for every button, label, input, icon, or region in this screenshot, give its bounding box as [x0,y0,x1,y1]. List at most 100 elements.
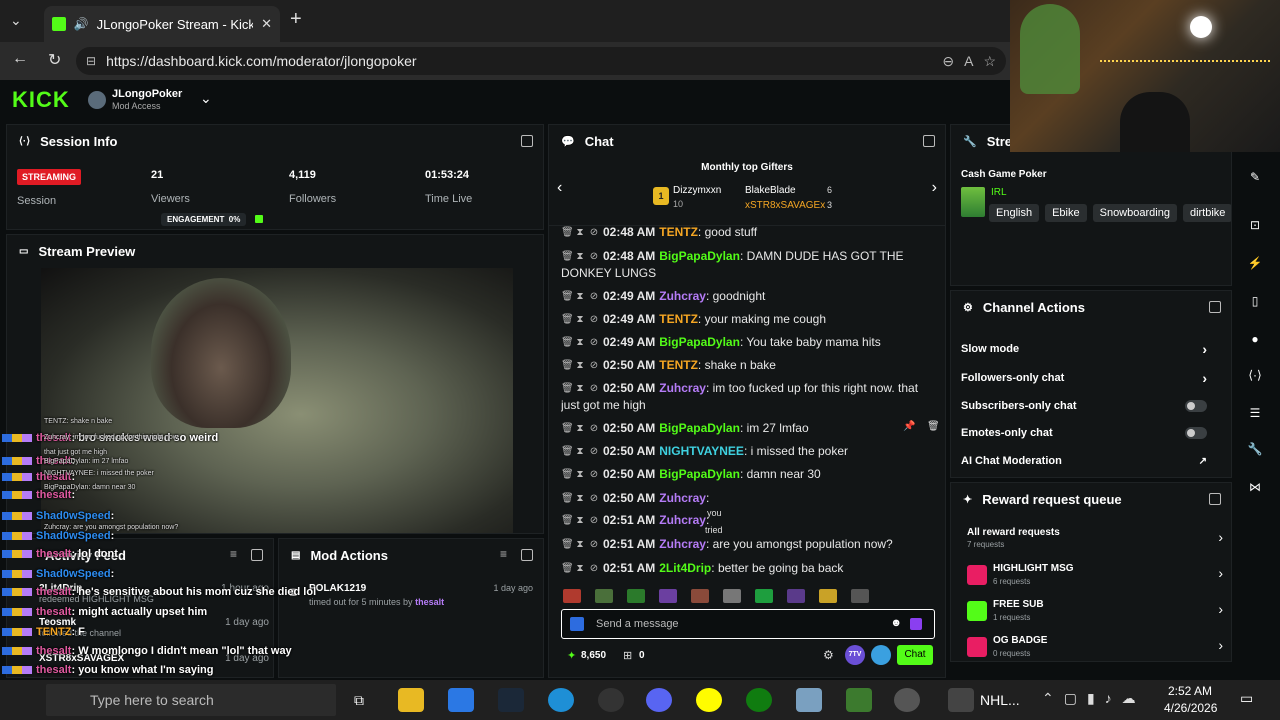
chat-message[interactable]: 🗑 ⧗ ⊘ 02:50 AM TENTZ: shake n bake [561,357,936,374]
delete-icon[interactable]: 🗑 [561,423,574,434]
timeout-icon[interactable]: ⧗ [575,314,585,325]
reward-item[interactable]: HIGHLIGHT MSG 6 requests › [967,563,1223,589]
timeout-icon[interactable]: ⧗ [575,227,585,238]
task-view-icon[interactable]: ⧉ [346,688,372,712]
clock-time[interactable]: 2:52 AM [1168,684,1212,698]
chat-message[interactable]: 🗑 ⧗ ⊘ 02:51 AM 2Lit4Drip: better be going ba… [561,560,936,577]
delete-icon[interactable]: 🗑 [561,469,574,480]
delete-icon[interactable]: 🗑 [561,493,574,504]
site-info-icon[interactable]: ⊟ [86,54,96,68]
all-rewards-row[interactable]: All reward requests 7 requests › [967,527,1223,549]
chat-message[interactable]: 🗑 ⧗ ⊘ 02:50 AM BigPapaDylan: damn near 30 [561,466,936,483]
xbox-icon[interactable] [746,688,772,712]
message-user[interactable]: BigPapaDylan [659,467,740,481]
emotes-only-toggle[interactable] [1185,427,1207,439]
browser-tab[interactable]: 🔊 JLongoPoker Stream - Kick Da ✕ [44,6,280,42]
ban-icon[interactable]: ⊘ [589,251,599,262]
favorite-icon[interactable]: ☆ [983,53,996,70]
tray-icons[interactable]: ⌃▢▮♪☁ [1042,690,1146,707]
timeout-icon[interactable]: ⧗ [575,515,585,526]
ban-icon[interactable]: ⊘ [589,469,599,480]
close-tab-icon[interactable]: ✕ [261,16,272,32]
message-user[interactable]: BigPapaDylan [659,249,740,263]
app-icon[interactable] [796,688,822,712]
viewer-list-icon[interactable]: ⊞ [623,649,632,662]
clock-date[interactable]: 4/26/2026 [1164,701,1217,715]
tab-list-chevron-icon[interactable]: ⌄ [10,12,22,29]
chat-send-button[interactable]: Chat [897,645,933,665]
doc-icon[interactable]: ▯ [1242,288,1268,314]
audio-icon[interactable]: 🔊 [74,17,89,31]
delete-icon[interactable]: 🗑 [561,251,574,262]
filter-icon[interactable]: ≡ [230,547,237,561]
ban-icon[interactable]: ⊘ [589,423,599,434]
ban-icon[interactable]: ⊘ [589,446,599,457]
expand-icon[interactable] [923,135,935,147]
message-user[interactable]: TENTZ [659,312,698,326]
ban-icon[interactable]: ⊘ [589,360,599,371]
delete-icon[interactable]: 🗑 [561,446,574,457]
action-followers-only[interactable]: Followers-only chat › [961,370,1221,386]
nhl-icon[interactable] [948,688,974,712]
chat-message[interactable]: 🗑 ⧗ ⊘ 02:50 AM BigPapaDylan: im 27 lmfao [561,420,936,437]
message-user[interactable]: TENTZ [659,225,698,239]
message-delete-icon[interactable]: 🗑 [927,421,940,432]
gifters-prev-icon[interactable]: ‹ [557,179,562,197]
channel-switcher-chevron-icon[interactable]: ⌄ [200,90,212,107]
nhl-label[interactable]: NHL... [980,692,1020,708]
share-icon[interactable]: ⋈ [1242,474,1268,500]
ban-icon[interactable]: ⊘ [589,383,599,394]
chat-message[interactable]: 🗑 ⧗ ⊘ 02:50 AM Zuhcray: im too fucked up for… [561,380,936,414]
message-user[interactable]: BigPapaDylan [659,421,740,435]
delete-icon[interactable]: 🗑 [561,383,574,394]
delete-icon[interactable]: 🗑 [561,563,574,574]
reward-item[interactable]: FREE SUB 1 requests › [967,599,1223,625]
ban-icon[interactable]: ⊘ [589,337,599,348]
url-field[interactable]: ⊟ https://dashboard.kick.com/moderator/j… [76,47,1006,75]
chat-input[interactable]: Send a message ☻ [561,609,935,639]
timeout-icon[interactable]: ⧗ [575,469,585,480]
timeout-icon[interactable]: ⧗ [575,383,585,394]
sidebar-icon-1[interactable]: ⊡ [1242,212,1268,238]
delete-icon[interactable]: 🗑 [561,227,574,238]
lightning-icon[interactable]: ⚡ [1242,250,1268,276]
refresh-icon[interactable]: ↻ [48,50,61,70]
filter-icon[interactable]: ≡ [500,547,507,561]
video-player[interactable] [41,268,513,533]
delete-icon[interactable]: 🗑 [561,539,574,550]
timeout-icon[interactable]: ⧗ [575,539,585,550]
taskbar-search[interactable]: Type here to search [46,684,336,716]
discord-icon[interactable] [646,688,672,712]
expand-icon[interactable] [1209,493,1221,505]
app-icon-2[interactable] [846,688,872,712]
chat-scrollbar[interactable] [945,515,946,575]
timeout-icon[interactable]: ⧗ [575,251,585,262]
message-user[interactable]: 2Lit4Drip [659,561,711,575]
chat-message[interactable]: 🗑 ⧗ ⊘ 02:50 AM Zuhcray: [561,490,936,507]
emote-bar[interactable] [563,589,935,605]
chat-message[interactable]: 🗑 ⧗ ⊘ 02:48 AM BigPapaDylan: DAMN DUDE HAS G… [561,248,936,282]
message-user[interactable]: Zuhcray [659,381,706,395]
delete-icon[interactable]: 🗑 [561,337,574,348]
action-ai-moderation[interactable]: AI Chat Moderation ↗ [961,455,1221,467]
message-user[interactable]: TENTZ [659,358,698,372]
read-aloud-icon[interactable]: A [964,53,973,69]
message-user[interactable]: Zuhcray [659,491,706,505]
notification-icon[interactable]: ▭ [1240,690,1253,707]
gifters-next-icon[interactable]: › [932,179,937,197]
timeout-icon[interactable]: ⧗ [575,423,585,434]
emoji-icon[interactable]: ☻ [890,617,902,629]
delete-icon[interactable]: 🗑 [561,360,574,371]
expand-icon[interactable] [1209,301,1221,313]
timeout-icon[interactable]: ⧗ [575,337,585,348]
chat-message[interactable]: 🗑 ⧗ ⊘ 02:49 AM Zuhcray: goodnight [561,288,936,305]
timeout-icon[interactable]: ⧗ [575,563,585,574]
delete-icon[interactable]: 🗑 [561,314,574,325]
settings-icon[interactable]: ⚙ [823,648,834,662]
timeout-icon[interactable]: ⧗ [575,446,585,457]
timeout-icon[interactable]: ⧗ [575,493,585,504]
broadcast-icon[interactable]: ⟨·⟩ [1242,362,1268,388]
delete-icon[interactable]: 🗑 [561,291,574,302]
action-slow-mode[interactable]: Slow mode › [961,341,1221,357]
file-explorer-icon[interactable] [398,688,424,712]
